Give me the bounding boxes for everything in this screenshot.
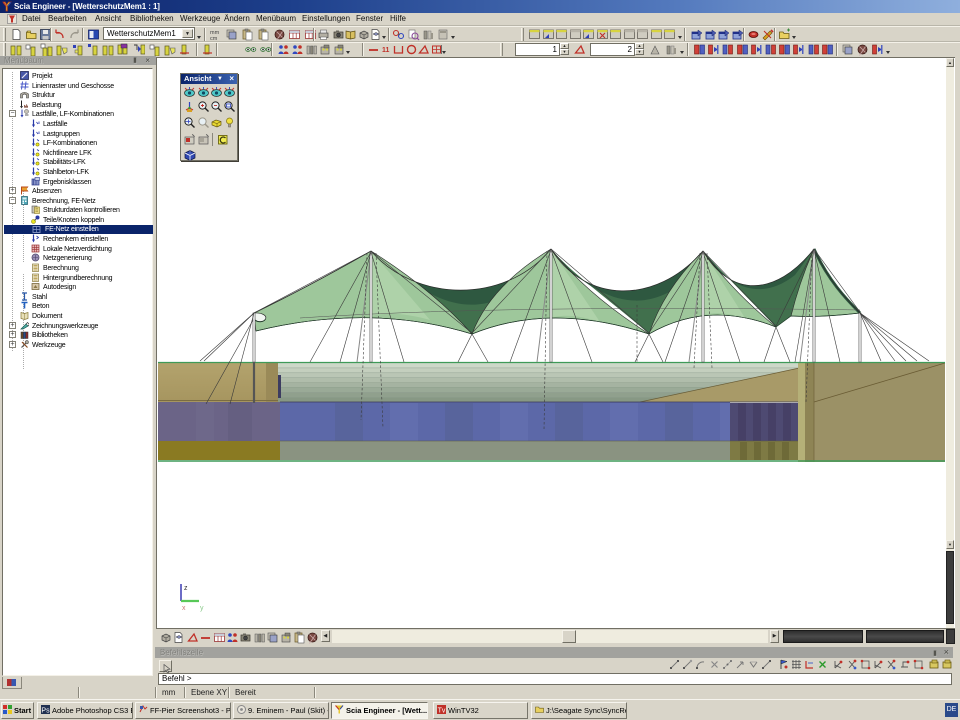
- svg-text:11: 11: [382, 47, 390, 54]
- svg-text:Tv: Tv: [438, 708, 446, 715]
- svg-text:y: y: [200, 605, 204, 612]
- svg-text:x: x: [182, 605, 186, 612]
- svg-text:Ps: Ps: [41, 708, 50, 715]
- svg-text:z: z: [184, 585, 188, 592]
